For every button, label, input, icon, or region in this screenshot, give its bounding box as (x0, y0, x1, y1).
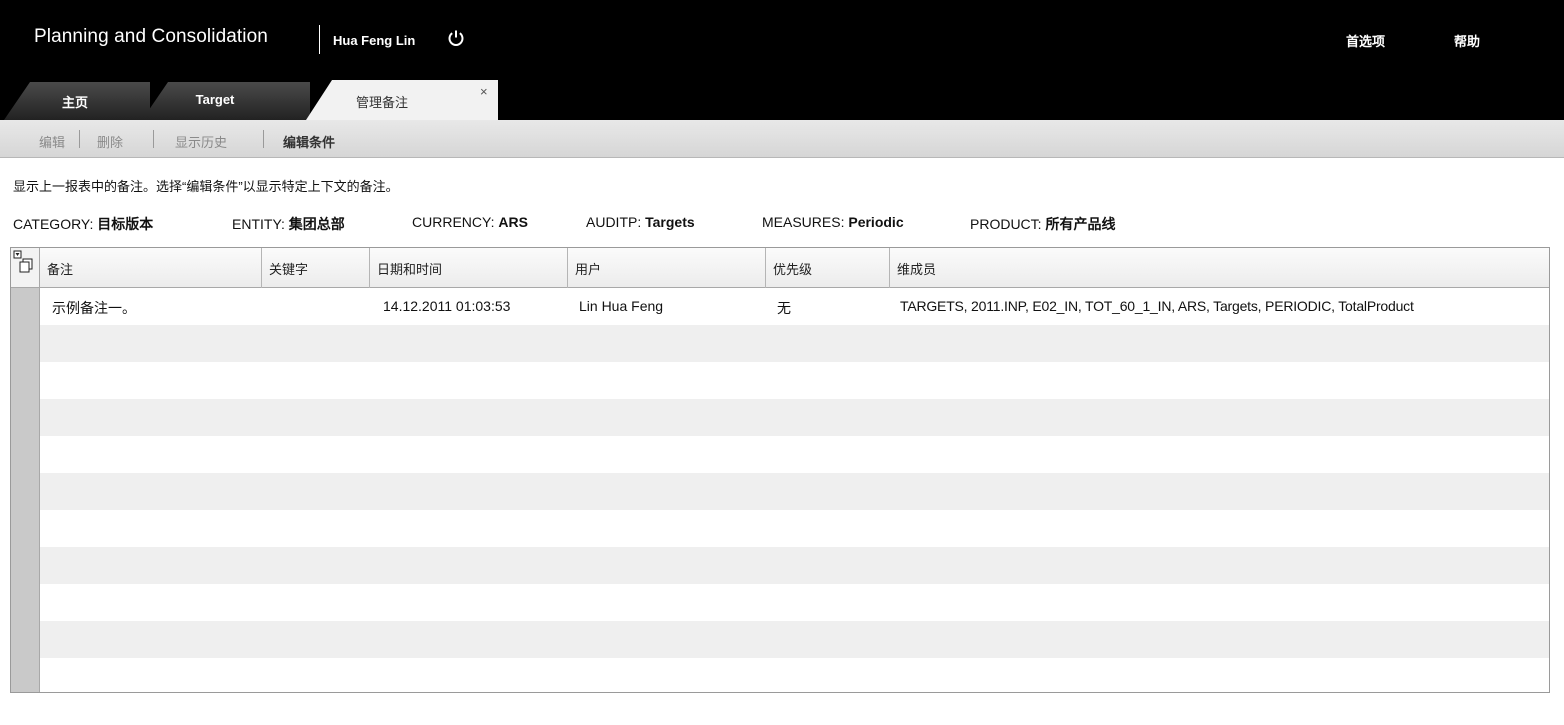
context-key: MEASURES: (762, 214, 845, 230)
cell-priority: 无 (777, 300, 791, 316)
context-product: PRODUCT: 所有产品线 (970, 214, 1115, 234)
context-key: PRODUCT: (970, 216, 1042, 232)
context-auditp: AUDITP: Targets (586, 214, 695, 230)
cell-note: 示例备注一。 (52, 300, 136, 316)
column-header-user[interactable]: 用户 (568, 248, 766, 288)
grid-header: 备注 关键字 日期和时间 用户 优先级 维成员 (40, 248, 1549, 288)
power-icon[interactable] (447, 29, 465, 47)
tab-target-label: Target (195, 92, 235, 107)
empty-row (40, 658, 1549, 692)
context-value: Periodic (848, 214, 904, 230)
tab-target[interactable]: Target (140, 80, 312, 120)
context-value: ARS (498, 214, 528, 230)
description-text: 显示上一报表中的备注。选择“编辑条件”以显示特定上下文的备注。 (13, 179, 399, 194)
tab-manage-notes[interactable]: 管理备注 × (304, 80, 500, 120)
context-category: CATEGORY: 目标版本 (13, 214, 153, 234)
context-key: CURRENCY: (412, 214, 495, 230)
empty-row (40, 325, 1549, 362)
notes-grid: 备注 关键字 日期和时间 用户 优先级 维成员 示例备注一。 14.12.201… (10, 247, 1550, 693)
cell-members: TARGETS, 2011.INP, E02_IN, TOT_60_1_IN, … (900, 298, 1414, 314)
context-value: 所有产品线 (1045, 216, 1116, 232)
column-header-keyword[interactable]: 关键字 (262, 248, 370, 288)
tab-manage-notes-label: 管理备注 (355, 95, 408, 110)
toolbar-separator (79, 130, 80, 148)
preferences-link[interactable]: 首选项 (1346, 31, 1385, 50)
edit-criteria-button[interactable]: 编辑条件 (283, 132, 335, 151)
tab-home-label: 主页 (61, 95, 88, 110)
context-entity: ENTITY: 集团总部 (232, 214, 345, 234)
context-measures: MEASURES: Periodic (762, 214, 904, 230)
empty-row (40, 584, 1549, 621)
toolbar-separator (153, 130, 154, 148)
context-currency: CURRENCY: ARS (412, 214, 528, 230)
context-value: 集团总部 (288, 216, 345, 232)
context-key: AUDITP: (586, 214, 642, 230)
empty-row (40, 399, 1549, 436)
help-link[interactable]: 帮助 (1454, 31, 1480, 50)
context-value: Targets (645, 214, 695, 230)
context-key: CATEGORY: (13, 216, 94, 232)
empty-row (40, 510, 1549, 547)
column-header-members[interactable]: 维成员 (890, 248, 1549, 288)
cell-datetime: 14.12.2011 01:03:53 (383, 298, 511, 314)
column-chooser-icon[interactable] (13, 250, 37, 274)
grid-rows: 示例备注一。 14.12.2011 01:03:53 Lin Hua Feng … (40, 288, 1549, 692)
app-title: Planning and Consolidation (34, 26, 268, 47)
empty-row (40, 621, 1549, 658)
row-selector-column (11, 288, 40, 692)
context-key: ENTITY: (232, 216, 285, 232)
toolbar-separator (263, 130, 264, 148)
user-name: Hua Feng Lin (333, 33, 416, 48)
column-header-datetime[interactable]: 日期和时间 (370, 248, 568, 288)
empty-row (40, 362, 1549, 399)
table-row[interactable]: 示例备注一。 14.12.2011 01:03:53 Lin Hua Feng … (40, 288, 1549, 325)
empty-row (40, 473, 1549, 510)
tab-bar: 主页 Target 管理备注 × (0, 80, 1564, 120)
column-header-priority[interactable]: 优先级 (766, 248, 890, 288)
context-value: 目标版本 (97, 216, 154, 232)
grid-corner (11, 248, 40, 288)
edit-button[interactable]: 编辑 (39, 132, 65, 151)
show-history-button[interactable]: 显示历史 (175, 132, 227, 151)
empty-row (40, 547, 1549, 584)
empty-row (40, 436, 1549, 473)
cell-user: Lin Hua Feng (579, 298, 664, 314)
delete-button[interactable]: 删除 (97, 132, 123, 151)
tab-home[interactable]: 主页 (0, 80, 152, 120)
column-header-note[interactable]: 备注 (40, 248, 262, 288)
close-icon[interactable]: × (480, 84, 488, 99)
title-separator (319, 25, 320, 54)
toolbar: 编辑 删除 显示历史 编辑条件 (0, 120, 1564, 158)
